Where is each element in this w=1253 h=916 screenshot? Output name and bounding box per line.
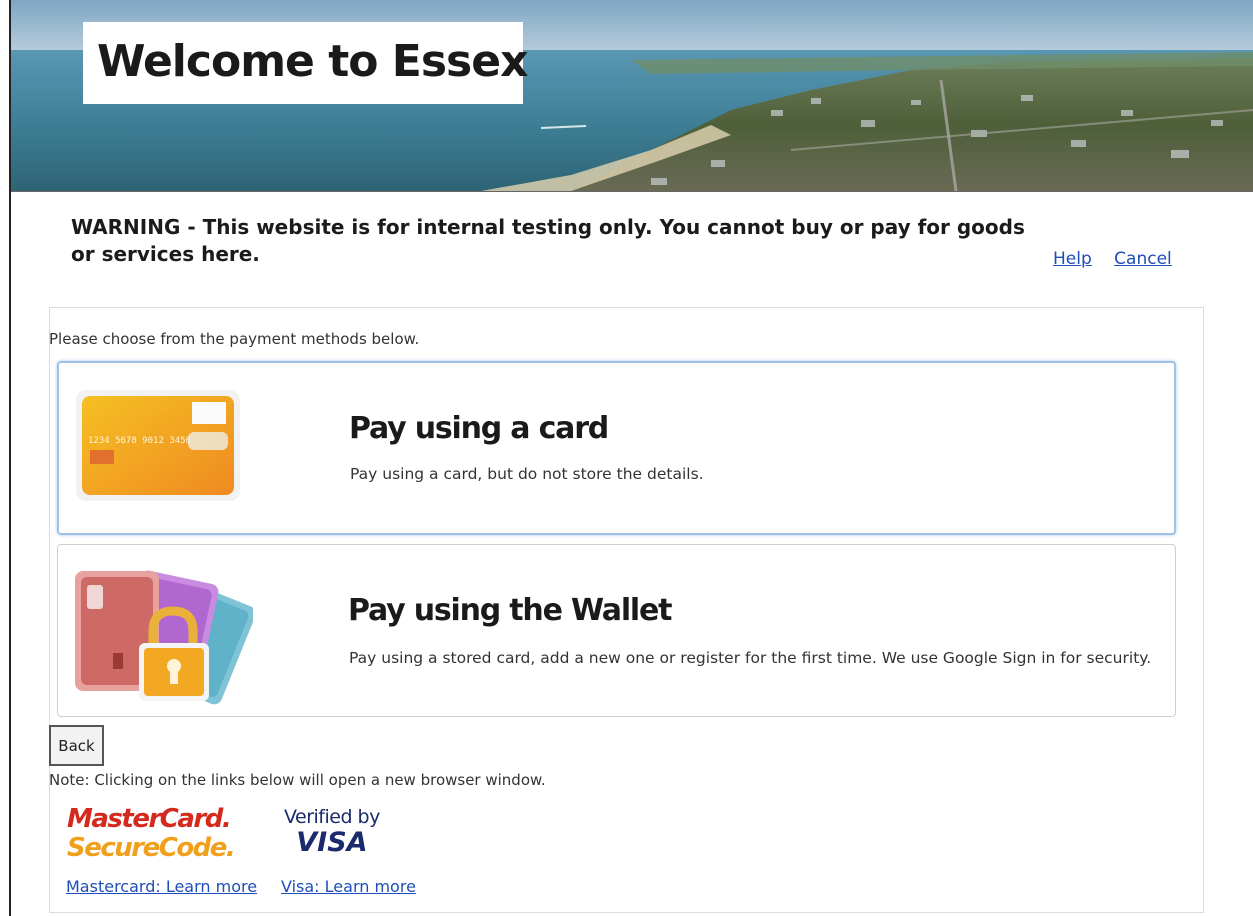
verified-by-visa-logo: Verified by VISA bbox=[284, 805, 380, 857]
mastercard-logo-line2: SecureCode. bbox=[67, 833, 236, 863]
mastercard-logo-line1: MasterCard. bbox=[67, 804, 232, 834]
visa-learn-more-link[interactable]: Visa: Learn more bbox=[281, 877, 416, 896]
help-link[interactable]: Help bbox=[1053, 249, 1092, 269]
site-title: Welcome to Essex bbox=[83, 22, 528, 104]
new-window-note: Note: Clicking on the links below will o… bbox=[49, 771, 546, 789]
credit-card-icon: 1234 5678 9012 3456 bbox=[76, 390, 240, 501]
warning-message: WARNING - This website is for internal t… bbox=[71, 215, 1025, 266]
pay-card-option[interactable]: 1234 5678 9012 3456 Pay using a card Pay… bbox=[57, 361, 1176, 535]
pay-wallet-option[interactable]: Pay using the Wallet Pay using a stored … bbox=[57, 544, 1176, 717]
pay-wallet-description: Pay using a stored card, add a new one o… bbox=[349, 649, 1152, 667]
mastercard-learn-more-link[interactable]: Mastercard: Learn more bbox=[66, 877, 257, 896]
top-links: Help Cancel bbox=[1053, 249, 1189, 269]
payment-intro: Please choose from the payment methods b… bbox=[49, 330, 420, 348]
back-button[interactable]: Back bbox=[49, 725, 104, 766]
wallet-lock-icon bbox=[75, 570, 253, 705]
pay-wallet-title: Pay using the Wallet bbox=[348, 593, 672, 628]
mastercard-securecode-logo: MasterCard. SecureCode. bbox=[67, 804, 236, 863]
pay-card-description: Pay using a card, but do not store the d… bbox=[350, 465, 704, 483]
visa-logo-line2: VISA bbox=[296, 827, 368, 858]
visa-logo-line1: Verified by bbox=[284, 806, 380, 828]
cancel-link[interactable]: Cancel bbox=[1114, 249, 1172, 269]
card-number-text: 1234 5678 9012 3456 bbox=[88, 436, 191, 446]
header-banner: Welcome to Essex bbox=[11, 0, 1253, 192]
pay-card-title: Pay using a card bbox=[349, 411, 609, 446]
